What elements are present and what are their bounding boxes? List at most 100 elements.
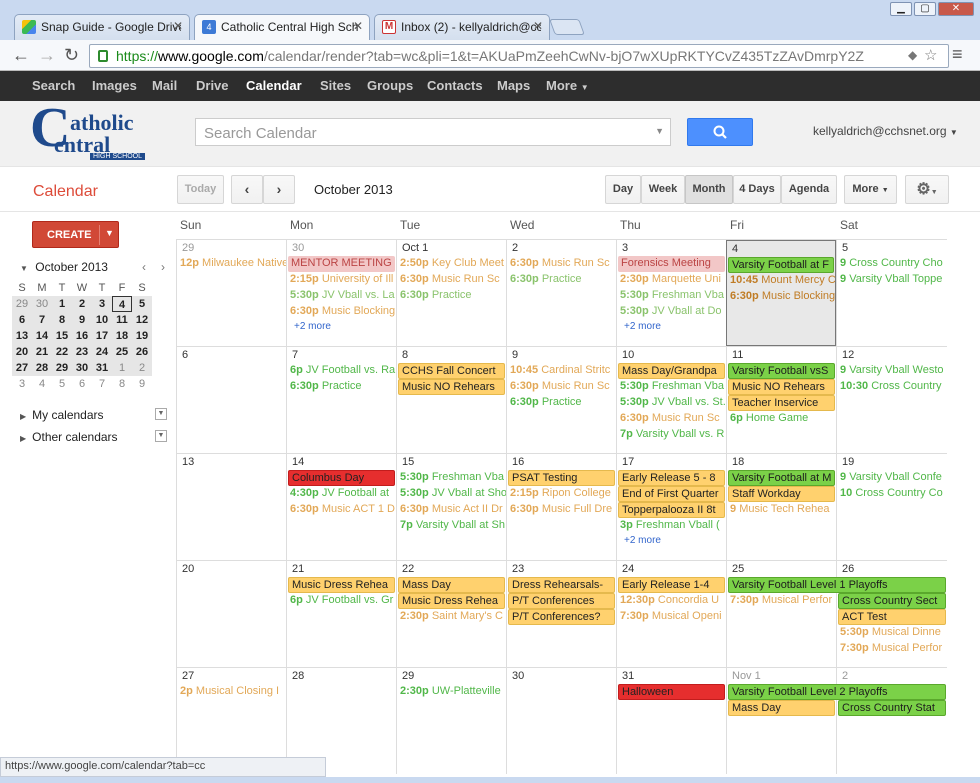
event-chip[interactable]: Varsity Football at M — [728, 470, 835, 486]
close-icon[interactable]: ✕ — [173, 19, 183, 33]
gbar-groups[interactable]: Groups — [367, 78, 413, 93]
gbar-more[interactable]: More ▼ — [546, 78, 589, 93]
day-number[interactable]: 15 — [397, 454, 506, 470]
event-chip[interactable]: End of First Quarter — [618, 486, 725, 502]
event-chip[interactable]: PSAT Testing — [508, 470, 615, 486]
day-cell[interactable]: 8 CCHS Fall Concert Music NO Rehears — [396, 347, 506, 453]
mini-day[interactable]: 1 — [112, 360, 132, 376]
event-item[interactable]: 5:30p JV Vball at Sho — [397, 486, 506, 502]
mini-day[interactable]: 23 — [72, 344, 92, 360]
chrome-menu-icon[interactable]: ≡ — [952, 44, 963, 65]
event-item[interactable]: 6:30p Practice — [507, 272, 616, 288]
day-cell[interactable]: 9 10:45 Cardinal Stritc 6:30p Music Run Sc… — [506, 347, 616, 453]
event-chip[interactable]: P/T Conferences — [508, 593, 615, 609]
day-number[interactable]: 8 — [397, 347, 506, 363]
mini-day[interactable]: 18 — [112, 328, 132, 344]
mini-day[interactable]: 9 — [72, 312, 92, 328]
day-number[interactable]: 29 — [177, 240, 286, 256]
day-cell[interactable]: 14 Columbus Day 4:30p JV Football at 6:30p … — [286, 454, 396, 560]
day-number[interactable]: 27 — [177, 668, 286, 684]
day-cell[interactable]: 10 Mass Day/Grandpa 5:30p Freshman Vba 5:30… — [616, 347, 726, 453]
extension-icon[interactable]: ◆ — [908, 48, 918, 62]
event-item[interactable]: 5:30p Freshman Vba — [397, 470, 506, 486]
mini-day[interactable]: 19 — [132, 328, 152, 344]
event-chip[interactable]: Dress Rehearsals- — [508, 577, 615, 593]
mini-day[interactable]: 2 — [132, 360, 152, 376]
maximize-icon[interactable]: ▢ — [914, 2, 936, 16]
event-item[interactable]: 6p Home Game — [727, 411, 836, 427]
event-item[interactable]: 9 Cross Country Cho — [837, 256, 947, 272]
forward-icon[interactable]: → — [38, 45, 56, 65]
day-number[interactable]: 29 — [397, 668, 506, 684]
collapse-triangle-icon[interactable]: ▼ — [20, 264, 28, 273]
event-item[interactable]: 9 Music Tech Rehea — [727, 502, 836, 518]
mini-day[interactable]: 7 — [92, 376, 112, 392]
event-item[interactable]: 5:30p Freshman Vba — [617, 288, 726, 304]
app-title[interactable]: Calendar — [33, 183, 98, 201]
day-number[interactable]: 2 — [837, 668, 947, 684]
event-chip[interactable]: ACT Test — [838, 609, 946, 625]
school-logo[interactable]: C atholic entral HIGH SCHOOL — [30, 100, 165, 162]
event-chip[interactable]: Topperpalooza II 8t — [618, 502, 725, 518]
event-item[interactable]: 6:30p Practice — [287, 379, 396, 395]
gbar-contacts[interactable]: Contacts — [427, 78, 483, 93]
event-item[interactable]: 6:30p Music Run Sc — [507, 256, 616, 272]
day-number[interactable]: 3 — [617, 240, 726, 256]
event-item[interactable]: 10 Cross Country Co — [837, 486, 947, 502]
event-chip[interactable]: Mass Day/Grandpa — [618, 363, 725, 379]
event-item[interactable]: 3p Freshman Vball ( — [617, 518, 726, 534]
day-cell[interactable]: 22 Mass Day Music Dress Rehea 2:30p Saint M… — [396, 561, 506, 667]
gbar-calendar[interactable]: Calendar — [246, 78, 302, 93]
mini-day[interactable]: 11 — [112, 312, 132, 328]
event-item[interactable]: 2:30p Saint Mary's C — [397, 609, 506, 625]
day-number[interactable]: 12 — [837, 347, 947, 363]
mini-day[interactable]: 27 — [12, 360, 32, 376]
mini-day[interactable]: 20 — [12, 344, 32, 360]
event-item[interactable]: 12:30p Concordia U — [617, 593, 726, 609]
event-chip[interactable]: Varsity Football at F — [728, 257, 834, 273]
day-number[interactable]: 2 — [507, 240, 616, 256]
event-item[interactable]: 7:30p Musical Openi — [617, 609, 726, 625]
day-number[interactable]: 9 — [507, 347, 616, 363]
event-item[interactable]: 7p Varsity Vball at Sh — [397, 518, 506, 534]
chevron-down-icon[interactable]: ▼ — [155, 430, 167, 442]
mini-day[interactable]: 6 — [72, 376, 92, 392]
day-cell[interactable]: 4 Varsity Football at F 10:45 Mount Mercy … — [726, 240, 836, 346]
day-number[interactable]: 18 — [727, 454, 836, 470]
day-number[interactable]: 11 — [727, 347, 836, 363]
day-number[interactable]: 28 — [287, 668, 396, 684]
event-item[interactable]: 6:30p Music Run Sc — [617, 411, 726, 427]
create-button[interactable]: CREATE ▼ — [32, 221, 119, 248]
day-cell[interactable]: 30 — [506, 668, 616, 774]
star-icon[interactable]: ☆ — [924, 46, 938, 64]
day-cell[interactable]: 12 9 Varsity Vball Westo 10:30 Cross Count… — [836, 347, 947, 453]
mini-day[interactable]: 8 — [112, 376, 132, 392]
search-input[interactable]: Search Calendar ▼ — [195, 118, 671, 146]
event-chip[interactable]: P/T Conferences? — [508, 609, 615, 625]
event-chip[interactable]: Early Release 5 - 8 — [618, 470, 725, 486]
user-account[interactable]: kellyaldrich@cchsnet.org ▼ — [813, 124, 958, 138]
mini-day[interactable]: 12 — [132, 312, 152, 328]
mini-day[interactable]: 22 — [52, 344, 72, 360]
event-item[interactable]: 2:15p Ripon College — [507, 486, 616, 502]
mini-calendar-title[interactable]: October 2013 — [35, 260, 108, 274]
mini-day[interactable]: 17 — [92, 328, 112, 344]
mini-day[interactable]: 5 — [52, 376, 72, 392]
day-number[interactable]: 4 — [727, 241, 835, 257]
event-chip[interactable]: Staff Workday — [728, 486, 835, 502]
chevron-down-icon[interactable]: ▼ — [655, 126, 664, 136]
mini-day[interactable]: 24 — [92, 344, 112, 360]
gbar-maps[interactable]: Maps — [497, 78, 530, 93]
day-cell[interactable]: Nov 1 Varsity Football Level 2 Playoffs Ma… — [726, 668, 946, 774]
day-cell[interactable]: 18 Varsity Football at M Staff Workday 9 Mu… — [726, 454, 836, 560]
day-cell[interactable]: 59 Cross Country Cho 9 Varsity Vball Topp… — [836, 240, 947, 346]
mini-day[interactable]: 3 — [12, 376, 32, 392]
view-month-button[interactable]: Month — [685, 175, 733, 204]
mini-day[interactable]: 25 — [112, 344, 132, 360]
event-item[interactable]: 2:30p Marquette Uni — [617, 272, 726, 288]
day-cell[interactable]: Oct 1 2:50p Key Club Meet 6:30p Music Run … — [396, 240, 506, 346]
mini-day[interactable]: 4 — [112, 296, 132, 312]
more-button[interactable]: More ▼ — [844, 175, 897, 204]
event-item[interactable]: 5:30p JV Vball at Do — [617, 304, 726, 320]
event-chip[interactable]: Music NO Rehears — [728, 379, 835, 395]
